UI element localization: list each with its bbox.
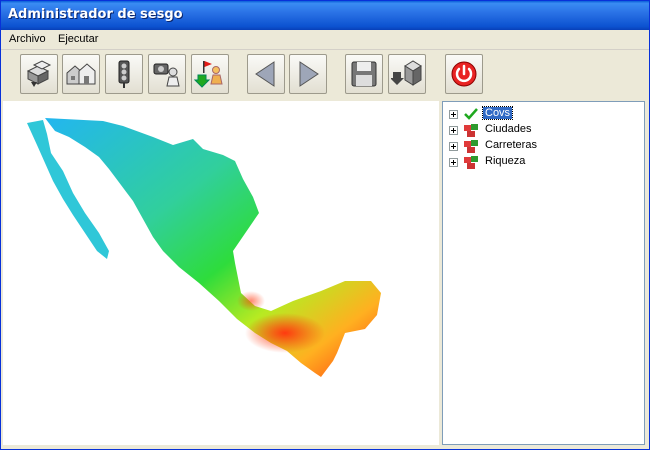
tree-item-label: Covs <box>481 106 514 120</box>
mexico-raster-map <box>27 118 381 377</box>
green-check-icon <box>464 108 478 120</box>
menu-ejecutar[interactable]: Ejecutar <box>58 33 98 45</box>
arrow-left-icon <box>255 61 275 87</box>
tree-item-label: Riqueza <box>485 155 526 167</box>
tree-item-covs[interactable]: Covs <box>449 106 639 122</box>
expand-icon[interactable] <box>449 126 458 135</box>
floppy-disk-icon <box>351 61 377 87</box>
menu-bar: Archivo Ejecutar <box>1 30 649 50</box>
map-view[interactable] <box>3 101 439 445</box>
camera-figure-icon <box>153 63 180 87</box>
layer-cubes-icon <box>464 140 478 153</box>
window-title: Administrador de sesgo <box>8 7 183 22</box>
arrow-right-icon <box>299 61 319 87</box>
flag-person-import-button[interactable] <box>191 54 229 94</box>
traffic-light-icon <box>118 60 130 88</box>
back-button[interactable] <box>247 54 285 94</box>
tree-item-riqueza[interactable]: Riqueza <box>449 154 639 170</box>
stacked-boxes-icon <box>26 60 52 87</box>
power-icon <box>451 61 477 87</box>
tree-item-ciudades[interactable]: Ciudades <box>449 122 639 138</box>
layer-cubes-icon <box>464 124 478 137</box>
title-bar[interactable]: Administrador de sesgo <box>1 1 649 30</box>
stacked-boxes-button[interactable] <box>20 54 58 94</box>
menu-archivo[interactable]: Archivo <box>9 33 46 45</box>
houses-icon <box>66 63 96 85</box>
houses-button[interactable] <box>62 54 100 94</box>
export-button[interactable] <box>388 54 426 94</box>
traffic-light-button[interactable] <box>105 54 143 94</box>
toolbar <box>1 50 649 101</box>
layer-cubes-icon <box>464 156 478 169</box>
export-icon <box>391 60 422 86</box>
forward-button[interactable] <box>289 54 327 94</box>
flag-person-import-icon <box>194 61 223 88</box>
app-window: Administrador de sesgo Archivo Ejecutar <box>0 0 650 450</box>
layer-tree: Covs Ciudades Carreteras Riqueza <box>442 101 645 445</box>
expand-icon[interactable] <box>449 110 458 119</box>
tree-item-label: Ciudades <box>485 123 532 135</box>
expand-icon[interactable] <box>449 142 458 151</box>
power-button[interactable] <box>445 54 483 94</box>
expand-icon[interactable] <box>449 158 458 167</box>
tree-item-label: Carreteras <box>485 139 537 151</box>
save-button[interactable] <box>345 54 383 94</box>
camera-figure-button[interactable] <box>148 54 186 94</box>
tree-item-carreteras[interactable]: Carreteras <box>449 138 639 154</box>
